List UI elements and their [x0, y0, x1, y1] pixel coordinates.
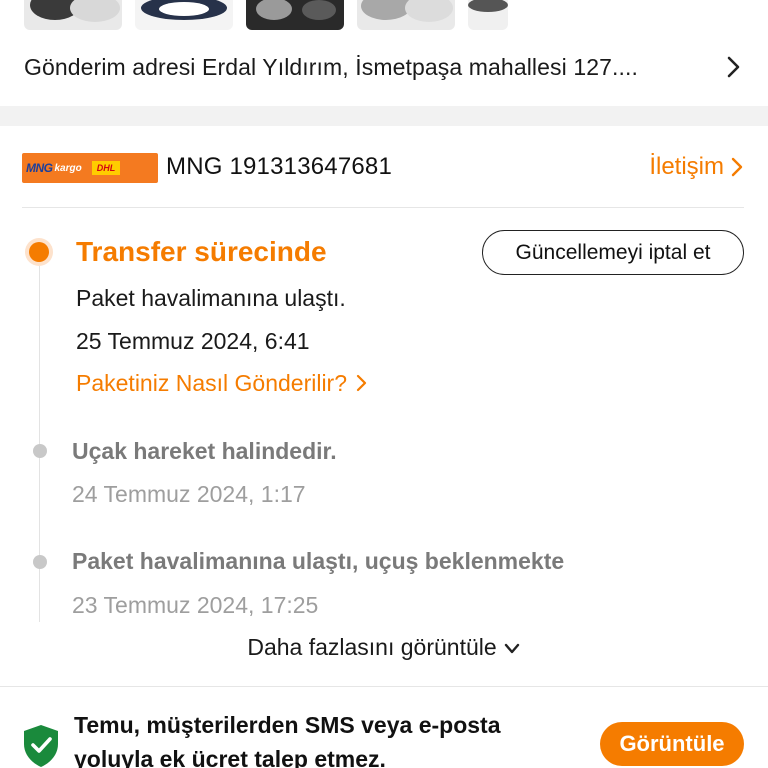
current-event-description: Paket havalimanına ulaştı.	[76, 285, 346, 311]
contact-link[interactable]: İletişim	[649, 150, 724, 184]
chevron-right-icon	[356, 374, 367, 392]
chevron-right-icon[interactable]	[728, 155, 746, 179]
past-event-time: 24 Temmuz 2024, 1:17	[72, 481, 306, 507]
tracking-number: MNG 191313647681	[166, 153, 393, 180]
cancel-updates-button[interactable]: Güncellemeyi iptal et	[482, 230, 744, 275]
timeline-dot	[33, 555, 47, 569]
product-thumbnails	[0, 0, 768, 32]
current-event-time: 25 Temmuz 2024, 6:41	[76, 328, 310, 354]
current-status-title: Transfer sürecinde	[76, 236, 327, 267]
product-thumbnail[interactable]	[357, 0, 455, 30]
past-event-description: Uçak hareket halindedir.	[72, 438, 337, 464]
chevron-right-icon	[727, 56, 740, 78]
shield-check-icon	[24, 725, 58, 767]
shipping-address-row[interactable]: Gönderim adresi Erdal Yıldırım, İsmetpaş…	[24, 50, 744, 84]
divider	[0, 686, 768, 687]
show-more-label: Daha fazlasını görüntüle	[247, 633, 497, 660]
how-shipped-link-label: Paketiniz Nasıl Gönderilir?	[76, 370, 348, 396]
how-shipped-link[interactable]: Paketiniz Nasıl Gönderilir?	[76, 368, 369, 398]
past-event-time: 23 Temmuz 2024, 17:25	[72, 592, 319, 618]
shipping-address: Gönderim adresi Erdal Yıldırım, İsmetpaş…	[24, 53, 638, 80]
product-thumbnail[interactable]	[135, 0, 233, 30]
product-thumbnail[interactable]	[468, 0, 508, 30]
carrier-row: MNG kargo DHL MNG 191313647681 İletişim	[22, 150, 746, 184]
show-more-button[interactable]: Daha fazlasını görüntüle	[0, 630, 768, 664]
product-thumbnail[interactable]	[246, 0, 344, 30]
timeline-dot-active	[29, 242, 49, 262]
product-thumbnail[interactable]	[24, 0, 122, 30]
chevron-down-icon	[504, 643, 519, 654]
divider	[22, 207, 744, 208]
timeline-dot	[33, 444, 47, 458]
view-button[interactable]: Görüntüle	[600, 722, 744, 766]
section-separator	[0, 106, 768, 126]
past-event-description: Paket havalimanına ulaştı, uçuş beklenme…	[72, 548, 565, 574]
carrier-logo: MNG kargo DHL	[22, 153, 158, 183]
security-notice: Temu, müşterilerden SMS veya e-posta yol…	[74, 712, 501, 768]
